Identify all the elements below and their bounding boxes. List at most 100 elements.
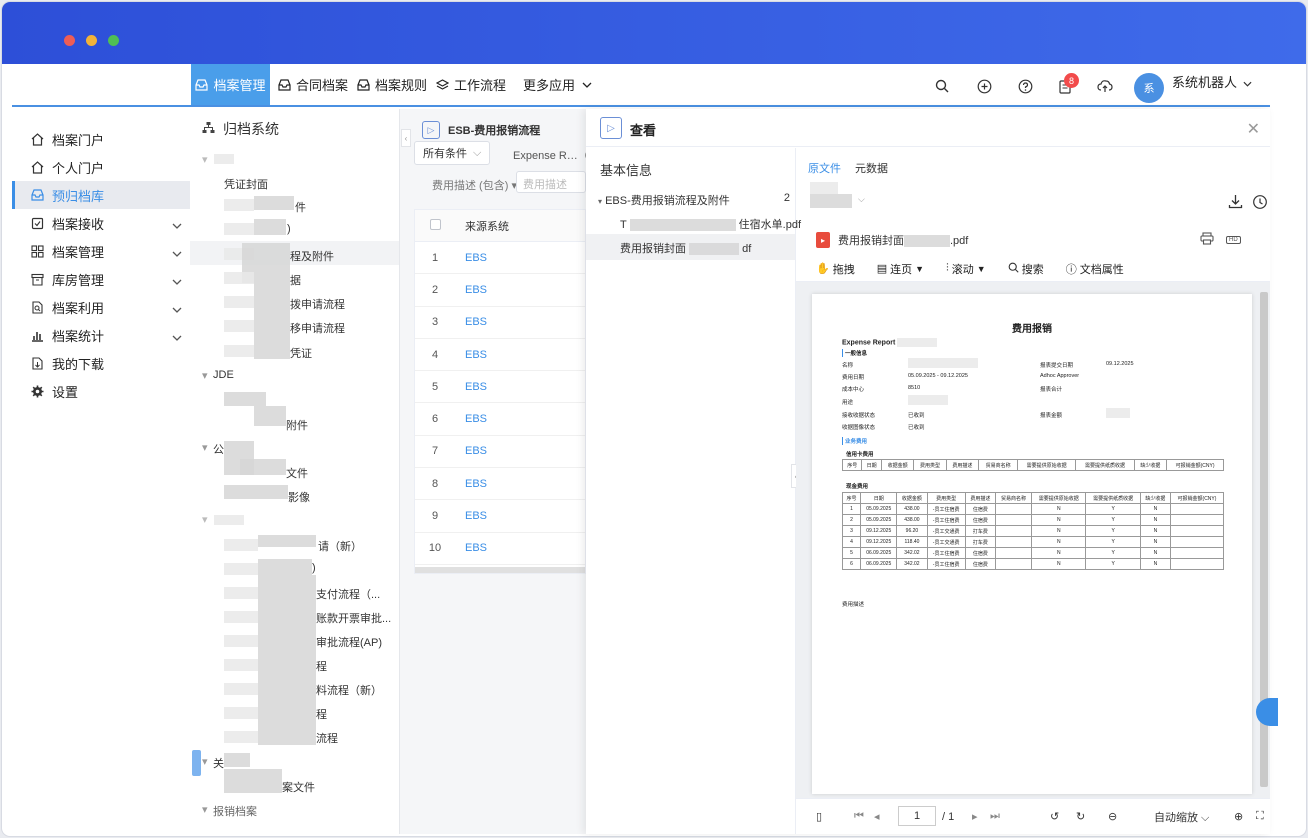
avatar[interactable]: 系 — [1134, 73, 1164, 103]
chevron-down-icon[interactable]: ⌵ — [858, 194, 865, 205]
row-source-link[interactable]: EBS — [455, 542, 487, 554]
row-source-link[interactable]: EBS — [455, 284, 487, 296]
cloud-upload-icon[interactable] — [1097, 78, 1113, 94]
zoom-select[interactable]: 自动缩放 ⌵ — [1154, 809, 1209, 825]
history-icon[interactable] — [1252, 194, 1268, 213]
drag-tool-button[interactable]: ✋ 拖拽 — [816, 261, 855, 277]
tree-node[interactable]: 据 — [290, 272, 301, 288]
help-icon[interactable] — [1017, 78, 1033, 94]
nav-archive-rules[interactable]: 档案规则 — [357, 64, 427, 105]
row-source-link[interactable]: EBS — [455, 413, 487, 425]
tree-group-jde[interactable]: ▾ — [202, 369, 208, 382]
prev-page-icon[interactable]: ◂ — [874, 810, 880, 823]
tree-node[interactable]: ) — [287, 223, 291, 235]
tree-node[interactable]: 账款开票审批... — [316, 610, 391, 626]
sidebar-item-archive-use[interactable]: 档案利用 — [12, 293, 190, 321]
download-icon[interactable] — [1228, 194, 1243, 212]
table-horizontal-scrollbar[interactable] — [415, 566, 585, 573]
table-row[interactable]: 10 EBS — [415, 533, 585, 565]
sidebar-item-warehouse[interactable]: 库房管理 — [12, 265, 190, 293]
close-icon[interactable]: ✕ — [1247, 119, 1260, 139]
select-all-checkbox[interactable] — [415, 218, 455, 233]
sidebar-item-pre-archive[interactable]: 预归档库 — [12, 181, 190, 209]
pdf-viewport[interactable]: 费用报销 Expense Report 一般信息 名称 费用日期 05.09.2… — [796, 282, 1270, 798]
page-mode-button[interactable]: ▤ 连页 ▼ — [877, 261, 924, 277]
sidebar-item-my-downloads[interactable]: 我的下载 — [12, 349, 190, 377]
tree-node[interactable]: 凭证 — [290, 345, 312, 361]
table-row[interactable]: 5 EBS — [415, 371, 585, 404]
nav-more-apps[interactable]: 更多应用 — [523, 64, 593, 105]
attachment-item[interactable]: 费用报销封面 df — [620, 240, 751, 256]
nav-contract-archive[interactable]: 合同档案 — [278, 64, 348, 105]
table-row[interactable]: 3 EBS — [415, 307, 585, 339]
condition-field-select[interactable]: 费用描述 (包含) ▾ — [432, 177, 517, 193]
tree-node[interactable]: 影像 — [288, 489, 310, 505]
sidebar-item-archive-stats[interactable]: 档案统计 — [12, 321, 190, 349]
maximize-window-button[interactable] — [108, 35, 119, 46]
tab-original-file[interactable]: 原文件 — [808, 160, 841, 176]
tree-node[interactable]: 流程 — [316, 730, 338, 746]
tree-node[interactable]: 移申请流程 — [290, 320, 345, 336]
sidebar-item-settings[interactable]: 设置 — [12, 377, 190, 405]
table-row[interactable]: 7 EBS — [415, 436, 585, 469]
tree-node[interactable]: 程 — [316, 658, 327, 674]
table-row[interactable]: 8 EBS — [415, 468, 585, 501]
tree-node[interactable]: 件 — [295, 199, 306, 215]
fullscreen-icon[interactable]: ⛶ — [1256, 810, 1264, 823]
tree-node[interactable]: 报销档案 — [213, 803, 257, 819]
search-icon[interactable] — [934, 78, 950, 94]
tree-node[interactable]: ) — [312, 562, 316, 574]
tree-node[interactable]: 审批流程(AP) — [316, 634, 382, 650]
zoom-out-icon[interactable]: ⊖ — [1108, 810, 1117, 823]
rotate-left-icon[interactable]: ↺ — [1050, 810, 1059, 823]
rotate-right-icon[interactable]: ↻ — [1076, 810, 1085, 823]
tree-node[interactable]: 料流程（新） — [316, 682, 382, 698]
attachment-group[interactable]: ▾ EBS-费用报销流程及附件 2 — [598, 192, 794, 208]
row-source-link[interactable]: EBS — [455, 445, 487, 457]
next-page-icon[interactable]: ▸ — [972, 810, 978, 823]
tab-metadata[interactable]: 元数据 — [855, 160, 888, 176]
doc-properties-button[interactable]: ⓘ 文档属性 — [1066, 261, 1124, 277]
collapse-left-icon[interactable]: ‹ — [401, 129, 411, 147]
row-source-link[interactable]: EBS — [455, 252, 487, 264]
attachment-item[interactable]: T 住宿水单.pdf — [620, 216, 801, 232]
last-page-icon[interactable]: ⏭ — [990, 810, 1000, 823]
tree-group[interactable]: ▾ — [202, 441, 208, 454]
row-source-link[interactable]: EBS — [455, 478, 487, 490]
first-page-icon[interactable]: ⏮ — [854, 810, 864, 823]
nav-archive-management[interactable]: 档案管理 — [191, 64, 270, 105]
user-menu[interactable]: 系统机器人 — [1172, 72, 1252, 91]
tree-group[interactable]: ▾ — [202, 803, 208, 816]
tree-node[interactable]: 凭证封面 — [224, 176, 268, 192]
tree-group-ebs[interactable]: ▾ — [202, 153, 208, 166]
table-row[interactable]: 4 EBS — [415, 339, 585, 372]
print-icon[interactable] — [1200, 232, 1214, 248]
tree-node[interactable]: 拨申请流程 — [290, 296, 345, 312]
tree-node[interactable]: 文件 — [286, 465, 308, 481]
row-source-link[interactable]: EBS — [455, 349, 487, 361]
zoom-in-icon[interactable]: ⊕ — [1234, 810, 1243, 823]
sidebar-item-archive-portal[interactable]: 档案门户 — [12, 125, 190, 153]
condition-value-input[interactable]: 费用描述 — [516, 171, 586, 193]
tree-node[interactable]: 附件 — [286, 417, 308, 433]
all-conditions-select[interactable]: 所有条件 ⌵ — [414, 141, 491, 165]
tree-node[interactable]: 程及附件 — [290, 248, 334, 264]
search-button[interactable]: 搜索 — [1008, 261, 1044, 277]
table-row[interactable]: 1 EBS — [415, 242, 585, 275]
table-row[interactable]: 6 EBS — [415, 403, 585, 436]
sidebar-toggle-icon[interactable]: ▯ — [816, 810, 822, 823]
tree-node[interactable]: 请（新） — [318, 538, 362, 554]
tree-node[interactable]: 程 — [316, 706, 327, 722]
row-source-link[interactable]: EBS — [455, 381, 487, 393]
tree-node[interactable]: 案文件 — [282, 779, 315, 795]
tree-group-eflow[interactable]: ▾ — [202, 513, 208, 526]
tree-group[interactable]: ▾ — [202, 755, 208, 768]
table-row[interactable]: 9 EBS — [415, 500, 585, 533]
tree-node[interactable]: JDE — [213, 369, 234, 381]
add-circle-icon[interactable] — [976, 78, 992, 94]
tree-node[interactable]: 公 — [213, 441, 224, 457]
row-source-link[interactable]: EBS — [455, 510, 487, 522]
row-source-link[interactable]: EBS — [455, 316, 487, 328]
sidebar-item-archive-receive[interactable]: 档案接收 — [12, 209, 190, 237]
sidebar-item-personal-portal[interactable]: 个人门户 — [12, 153, 190, 181]
